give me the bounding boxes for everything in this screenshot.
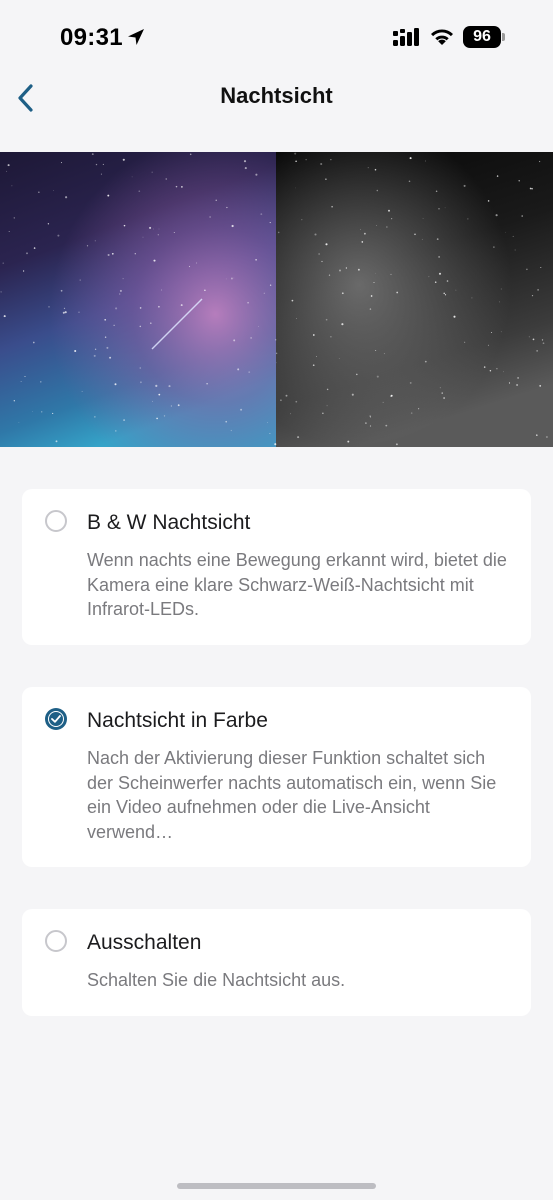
option-title: Ausschalten [87,931,202,954]
option-description: Nach der Aktivierung dieser Funktion sch… [87,748,497,842]
option-turn-off[interactable]: Ausschalten Schalten Sie die Nachtsicht … [22,909,531,1016]
location-arrow-icon [128,29,144,45]
page-title: Nachtsicht [220,83,333,108]
option-title: B & W Nachtsicht [87,511,251,534]
wifi-icon [431,29,453,45]
night-vision-preview-image [0,152,553,447]
option-description: Wenn nachts eine Bewegung erkannt wird, … [87,550,507,619]
status-bar: 09:31 96 [0,0,553,76]
home-indicator [177,1183,376,1189]
status-time: 09:31 [60,24,123,51]
option-color-night-vision[interactable]: Nachtsicht in Farbe Nach der Aktivierung… [22,687,531,867]
battery-level: 96 [463,26,501,48]
radio-unchecked-icon[interactable] [45,510,67,532]
option-bw-night-vision[interactable]: B & W Nachtsicht Wenn nachts eine Bewegu… [22,489,531,645]
option-description: Schalten Sie die Nachtsicht aus. [87,970,346,990]
cellular-signal-icon [393,28,419,46]
radio-unchecked-icon[interactable] [45,930,67,952]
battery-icon: 96 [463,26,505,48]
nav-bar: Nachtsicht [0,76,553,120]
option-title: Nachtsicht in Farbe [87,709,268,732]
radio-checked-icon[interactable] [45,708,67,730]
battery-tip [502,33,505,41]
